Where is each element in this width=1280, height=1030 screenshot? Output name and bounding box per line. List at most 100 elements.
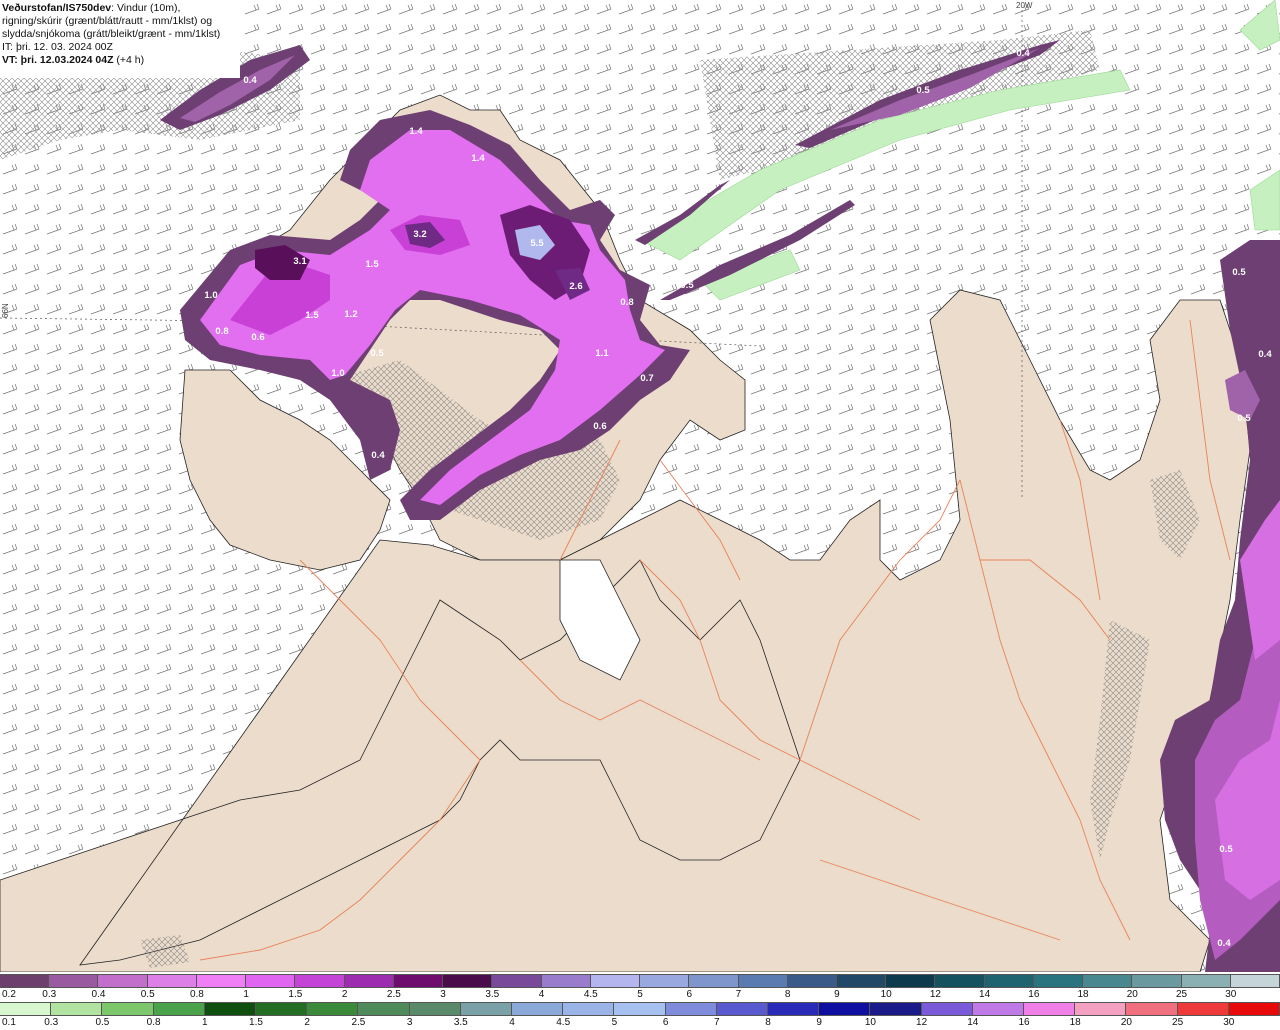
precip-label: 0.5 xyxy=(1219,844,1233,855)
snow-colorbar-tick-label: 30 xyxy=(1225,989,1237,1000)
precip-label: 0.6 xyxy=(251,332,264,343)
colorbar-legend: 0.2 0.3 0.4 0.5 0.8 1 1.5 2 2.5 3 3.5 4 4.5 5 6 7 8 9 10 12… xyxy=(0,972,1280,1030)
rain-colorbar-tick-label: 1.5 xyxy=(249,1017,263,1028)
valid-time: VT: þri. 12.03.2024 04Z (+4 h) xyxy=(2,54,238,67)
snow-colorbar-swatch xyxy=(492,975,542,987)
map-title-box: Veðurstofan/IS750dev: Vindur (10m), rign… xyxy=(0,0,240,78)
snow-colorbar-swatch xyxy=(1132,975,1182,987)
lat-label: 66N xyxy=(1,303,10,318)
snow-colorbar-swatch xyxy=(1230,975,1280,987)
snow-colorbar xyxy=(0,974,1280,988)
snow-colorbar-swatch xyxy=(246,975,296,987)
rain-colorbar-swatch xyxy=(870,1003,922,1015)
snow-colorbar-tick-label: 0.4 xyxy=(91,989,106,1000)
precip-label: 0.5 xyxy=(370,348,384,359)
init-time-value: þri. 12. 03. 2024 00Z xyxy=(13,41,113,53)
precip-label: 1.2 xyxy=(344,309,357,320)
precip-label: 1.5 xyxy=(365,259,379,270)
snow-colorbar-tick-label: 0.2 xyxy=(2,989,16,1000)
snow-colorbar-swatch xyxy=(640,975,690,987)
precip-label: 0.7 xyxy=(640,373,653,384)
rain-colorbar-swatch xyxy=(1126,1003,1178,1015)
snow-colorbar-tick-label: 9 xyxy=(834,989,840,1000)
rain-colorbar xyxy=(0,1002,1280,1016)
rain-colorbar-tick-label: 2.5 xyxy=(351,1017,366,1028)
rain-colorbar-swatch xyxy=(256,1003,308,1015)
rain-colorbar-swatch xyxy=(972,1003,1025,1015)
snow-colorbar-tick-label: 12 xyxy=(929,989,941,1000)
snow-colorbar-tick-label: 1 xyxy=(243,989,249,1000)
title-line-1: Veðurstofan/IS750dev: Vindur (10m), xyxy=(2,2,238,15)
rain-colorbar-tick-label: 4.5 xyxy=(556,1017,571,1028)
rain-colorbar-tick-label: 2 xyxy=(304,1017,310,1028)
rain-colorbar-tick-label: 0.5 xyxy=(95,1017,110,1028)
precip-label: 1.4 xyxy=(471,153,485,164)
snow-colorbar-swatch xyxy=(344,975,394,987)
snow-colorbar-tick-label: 14 xyxy=(979,989,991,1000)
snow-colorbar-swatch xyxy=(541,975,591,987)
snow-colorbar-tick-label: 3 xyxy=(440,989,446,1000)
rain-colorbar-tick-label: 30 xyxy=(1223,1017,1235,1028)
precip-label: 0.4 xyxy=(1016,48,1030,59)
precip-label: 1.0 xyxy=(204,290,217,301)
rain-colorbar-swatch xyxy=(153,1003,205,1015)
rain-colorbar-swatch xyxy=(1075,1003,1127,1015)
rain-colorbar-swatch xyxy=(0,1003,52,1015)
snow-colorbar-swatch xyxy=(147,975,197,987)
snow-colorbar-swatch xyxy=(196,975,247,987)
rain-colorbar-swatch xyxy=(409,1003,461,1015)
rain-colorbar-tick-label: 8 xyxy=(765,1017,771,1028)
precip-label: 0.5 xyxy=(1232,267,1246,278)
snow-colorbar-tick-label: 6 xyxy=(686,989,692,1000)
precip-label: 0.8 xyxy=(215,326,228,337)
snow-colorbar-tick-label: 18 xyxy=(1077,989,1089,1000)
precip-label: 5.5 xyxy=(530,238,544,249)
rain-colorbar-tick-label: 5 xyxy=(611,1017,618,1028)
precip-label: 0.6 xyxy=(593,421,606,432)
precip-label: 0.4 xyxy=(243,75,257,86)
rain-colorbar-tick-label: 18 xyxy=(1069,1017,1081,1028)
rain-colorbar-tick-label: 9 xyxy=(816,1017,822,1028)
snow-colorbar-tick-label: 20 xyxy=(1126,989,1138,1000)
rain-colorbar-tick-label: 0.1 xyxy=(2,1017,16,1028)
snow-colorbar-tick-label: 4.5 xyxy=(583,989,598,1000)
rain-colorbar-swatch xyxy=(1177,1003,1229,1015)
rain-colorbar-tick-label: 12 xyxy=(916,1017,928,1028)
rain-colorbar-tick-label: 3.5 xyxy=(453,1017,468,1028)
rain-colorbar-swatch xyxy=(665,1003,717,1015)
snow-colorbar-tick-label: 10 xyxy=(880,989,892,1000)
snow-colorbar-tick-label: 2 xyxy=(341,989,348,1000)
valid-time-label: VT: xyxy=(2,54,18,66)
precip-label: 1.1 xyxy=(595,348,609,359)
snow-colorbar-swatch xyxy=(1181,975,1231,987)
rain-colorbar-ticks: 0.1 0.3 0.5 0.8 1 1.5 2 2.5 3 3.5 4 4.5 5 6 7 8 9 10 12 14 1… xyxy=(0,1017,1280,1029)
snow-colorbar-tick-label: 4 xyxy=(538,989,545,1000)
snow-colorbar-swatch xyxy=(836,975,887,987)
snow-colorbar-tick-label: 2.5 xyxy=(386,989,401,1000)
rain-colorbar-tick-label: 25 xyxy=(1172,1017,1184,1028)
rain-colorbar-swatch xyxy=(512,1003,564,1015)
rain-colorbar-tick-label: 0.8 xyxy=(146,1017,161,1028)
snow-colorbar-swatch xyxy=(935,975,985,987)
snow-colorbar-swatch xyxy=(295,975,345,987)
model-source: Veðurstofan/IS750dev xyxy=(2,2,112,14)
precip-label: 0.8 xyxy=(620,297,633,308)
snow-colorbar-swatch xyxy=(0,975,50,987)
rain-colorbar-swatch xyxy=(204,1003,257,1015)
precip-label: 3.2 xyxy=(413,229,426,240)
snow-colorbar-swatch xyxy=(886,975,936,987)
rain-colorbar-swatch xyxy=(819,1003,871,1015)
rain-colorbar-tick-label: 16 xyxy=(1018,1017,1030,1028)
valid-time-value: þri. 12.03.2024 04Z xyxy=(17,54,114,66)
precip-label: 1.0 xyxy=(331,368,344,379)
rain-colorbar-tick-label: 4 xyxy=(509,1017,515,1028)
valid-time-offset: (+4 h) xyxy=(113,54,145,66)
snow-colorbar-tick-label: 25 xyxy=(1175,989,1188,1000)
snow-colorbar-tick-label: 7 xyxy=(735,989,742,1000)
snow-colorbar-swatch xyxy=(98,975,148,987)
weather-map[interactable]: 0.4 0.4 0.5 1.4 1.4 3.2 5.5 3.1 1.5 2.6 … xyxy=(0,0,1280,972)
rain-colorbar-swatch xyxy=(1228,1003,1280,1015)
rain-colorbar-tick-label: 6 xyxy=(662,1017,669,1028)
snow-colorbar-swatch xyxy=(443,975,493,987)
snow-colorbar-tick-label: 16 xyxy=(1028,989,1040,1000)
